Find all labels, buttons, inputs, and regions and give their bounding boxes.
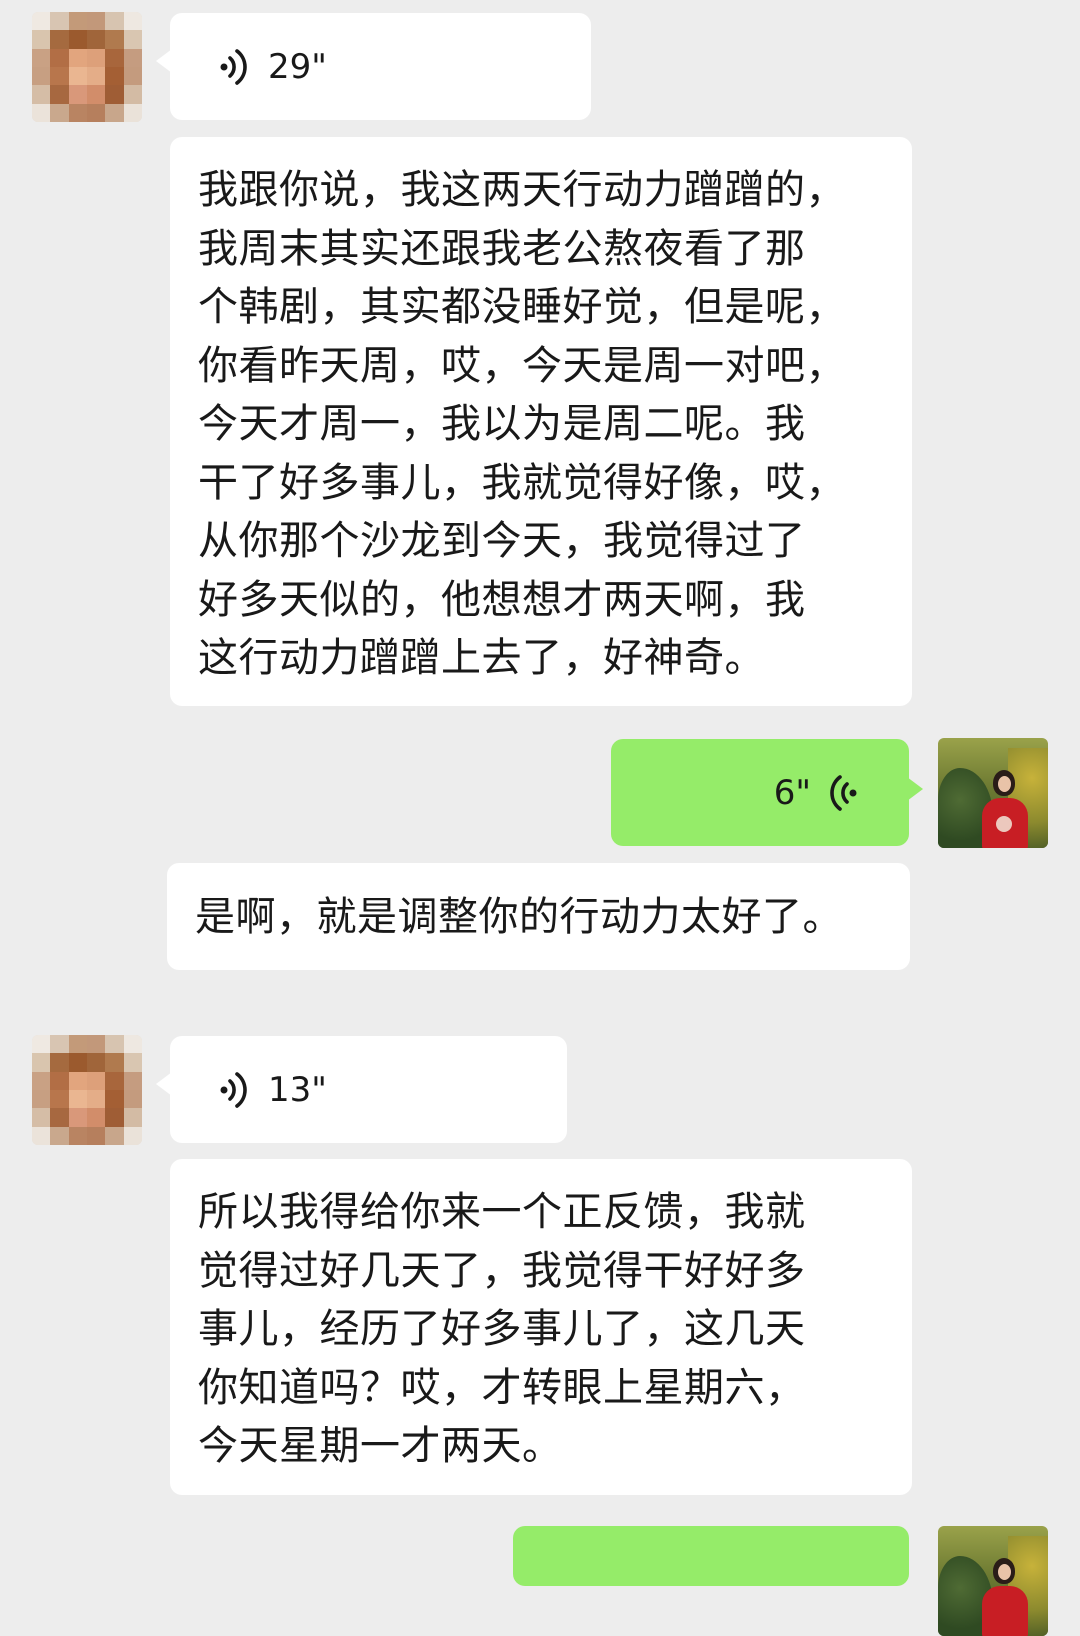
message-text: 我跟你说，我这两天行动力蹭蹭的， 我周末其实还跟我老公熬夜看了那 个韩剧，其实都… bbox=[198, 167, 846, 681]
voice-message-bubble[interactable]: 29" bbox=[156, 13, 591, 120]
contact-avatar[interactable] bbox=[32, 1035, 142, 1145]
voice-message-bubble[interactable]: 13" bbox=[156, 1036, 567, 1143]
voice-message-bubble-outgoing[interactable] bbox=[513, 1526, 909, 1586]
text-message-bubble[interactable]: 所以我得给你来一个正反馈，我就 觉得过好几天了，我觉得干好好多 事儿，经历了好多… bbox=[170, 1159, 912, 1495]
voice-duration: 29" bbox=[268, 46, 327, 87]
voice-message-content: 6" bbox=[774, 739, 859, 846]
voice-message-content: 29" bbox=[218, 13, 327, 120]
voice-duration: 6" bbox=[773, 772, 811, 813]
voice-message-content: 13" bbox=[218, 1036, 327, 1143]
my-avatar[interactable] bbox=[938, 1526, 1048, 1636]
my-avatar[interactable] bbox=[938, 738, 1048, 848]
contact-avatar[interactable] bbox=[32, 12, 142, 122]
text-message-bubble[interactable]: 是啊，就是调整你的行动力太好了。 bbox=[167, 863, 910, 970]
message-text: 所以我得给你来一个正反馈，我就 觉得过好几天了，我觉得干好好多 事儿，经历了好多… bbox=[198, 1189, 806, 1469]
message-text: 是啊，就是调整你的行动力太好了。 bbox=[195, 894, 843, 940]
text-message-bubble[interactable]: 我跟你说，我这两天行动力蹭蹭的， 我周末其实还跟我老公熬夜看了那 个韩剧，其实都… bbox=[170, 137, 912, 706]
voice-message-bubble-outgoing[interactable]: 6" bbox=[611, 739, 923, 846]
sound-wave-icon bbox=[830, 774, 857, 811]
sound-wave-icon bbox=[220, 1071, 247, 1108]
sound-wave-icon bbox=[220, 48, 247, 85]
voice-duration: 13" bbox=[268, 1069, 327, 1110]
